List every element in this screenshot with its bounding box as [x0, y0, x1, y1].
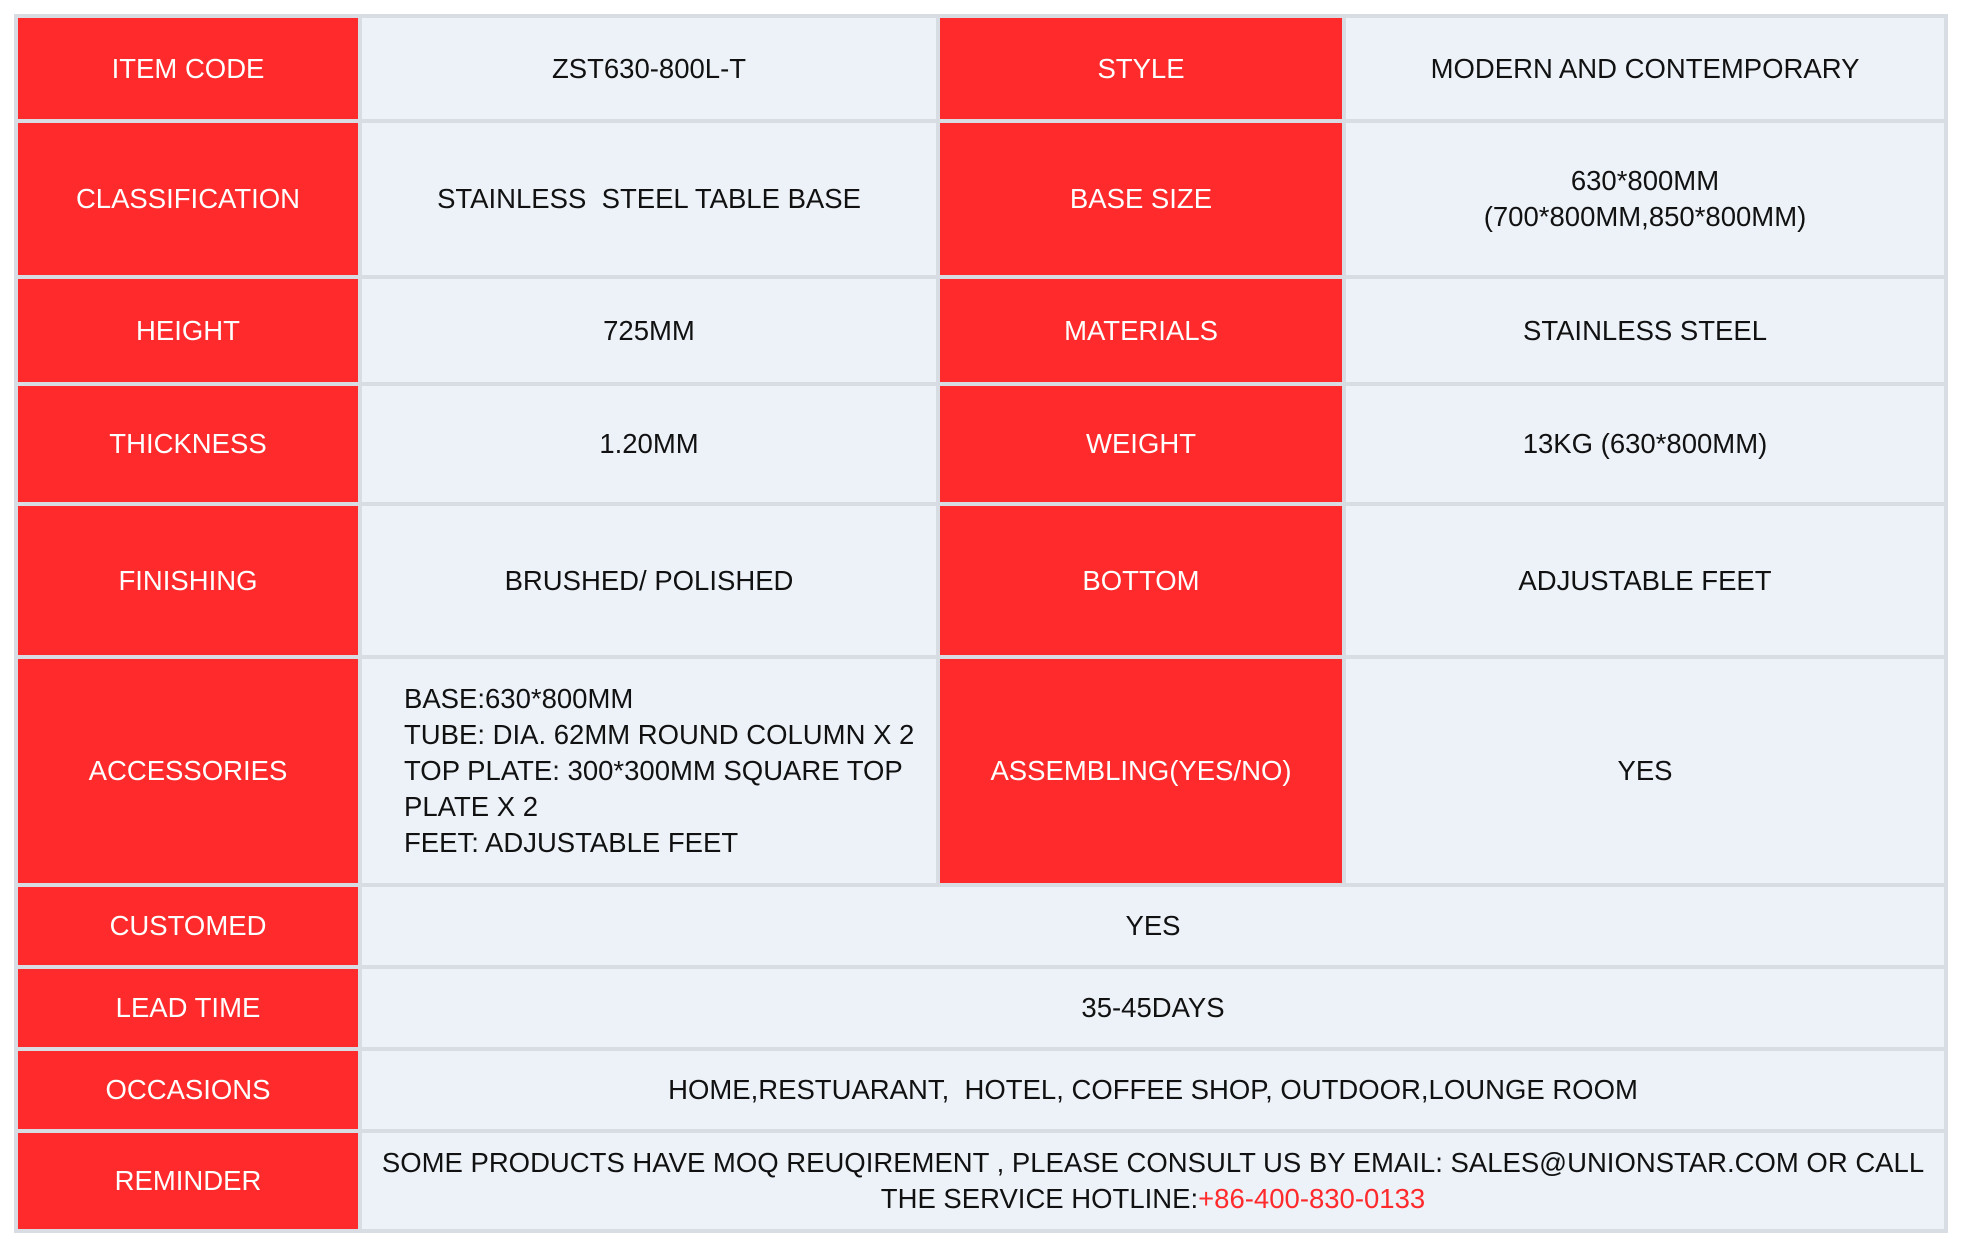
style-label: STYLE — [936, 14, 1346, 123]
row-thickness: THICKNESS 1.20MM WEIGHT 13KG (630*800MM) — [14, 382, 1948, 506]
reminder-hotline-prefix: THE SERVICE HOTLINE: — [880, 1183, 1199, 1214]
base-size-line: (700*800MM,850*800MM) — [1483, 201, 1807, 232]
accessories-line: PLATE X 2 — [404, 791, 538, 822]
row-item-code: ITEM CODE ZST630-800L-T STYLE MODERN AND… — [14, 14, 1948, 123]
classification-label: CLASSIFICATION — [14, 119, 362, 279]
row-customed: CUSTOMED YES — [14, 883, 1948, 969]
accessories-line: BASE:630*800MM — [404, 683, 634, 714]
weight-label: WEIGHT — [936, 382, 1346, 506]
weight-value: 13KG (630*800MM) — [1342, 382, 1948, 506]
base-size-line: 630*800MM — [1570, 165, 1720, 196]
lead-time-value: 35-45DAYS — [358, 965, 1948, 1051]
assembling-value: YES — [1342, 655, 1948, 887]
customed-label: CUSTOMED — [14, 883, 362, 969]
materials-label: MATERIALS — [936, 275, 1346, 386]
accessories-label: ACCESSORIES — [14, 655, 362, 887]
reminder-value: SOME PRODUCTS HAVE MOQ REUQIREMENT , PLE… — [358, 1129, 1948, 1233]
lead-time-label: LEAD TIME — [14, 965, 362, 1051]
base-size-value: 630*800MM (700*800MM,850*800MM) — [1342, 119, 1948, 279]
finishing-value: BRUSHED/ POLISHED — [358, 502, 940, 659]
item-code-label: ITEM CODE — [14, 14, 362, 123]
accessories-line: TUBE: DIA. 62MM ROUND COLUMN X 2 — [404, 719, 915, 750]
row-height: HEIGHT 725MM MATERIALS STAINLESS STEEL — [14, 275, 1948, 386]
occasions-value: HOME,RESTUARANT, HOTEL, COFFEE SHOP, OUT… — [358, 1047, 1948, 1133]
row-lead-time: LEAD TIME 35-45DAYS — [14, 965, 1948, 1051]
height-value: 725MM — [358, 275, 940, 386]
occasions-label: OCCASIONS — [14, 1047, 362, 1133]
classification-value: STAINLESS STEEL TABLE BASE — [358, 119, 940, 279]
finishing-label: FINISHING — [14, 502, 362, 659]
style-value: MODERN AND CONTEMPORARY — [1342, 14, 1948, 123]
accessories-line: FEET: ADJUSTABLE FEET — [404, 827, 739, 858]
hotline-number: +86-400-830-0133 — [1198, 1183, 1426, 1214]
row-finishing: FINISHING BRUSHED/ POLISHED BOTTOM ADJUS… — [14, 502, 1948, 659]
reminder-hotline-line: THE SERVICE HOTLINE:+86-400-830-0133 — [372, 1181, 1934, 1217]
height-label: HEIGHT — [14, 275, 362, 386]
spec-table: ITEM CODE ZST630-800L-T STYLE MODERN AND… — [14, 14, 1948, 1233]
accessories-value: BASE:630*800MM TUBE: DIA. 62MM ROUND COL… — [358, 655, 940, 887]
row-accessories: ACCESSORIES BASE:630*800MM TUBE: DIA. 62… — [14, 655, 1948, 887]
row-reminder: REMINDER SOME PRODUCTS HAVE MOQ REUQIREM… — [14, 1129, 1948, 1233]
reminder-text: SOME PRODUCTS HAVE MOQ REUQIREMENT , PLE… — [381, 1147, 1925, 1178]
customed-value: YES — [358, 883, 1948, 969]
thickness-value: 1.20MM — [358, 382, 940, 506]
reminder-label: REMINDER — [14, 1129, 362, 1233]
accessories-line: TOP PLATE: 300*300MM SQUARE TOP — [404, 755, 903, 786]
assembling-label: ASSEMBLING(YES/NO) — [936, 655, 1346, 887]
bottom-value: ADJUSTABLE FEET — [1342, 502, 1948, 659]
base-size-label: BASE SIZE — [936, 119, 1346, 279]
item-code-value: ZST630-800L-T — [358, 14, 940, 123]
thickness-label: THICKNESS — [14, 382, 362, 506]
row-occasions: OCCASIONS HOME,RESTUARANT, HOTEL, COFFEE… — [14, 1047, 1948, 1133]
materials-value: STAINLESS STEEL — [1342, 275, 1948, 386]
bottom-label: BOTTOM — [936, 502, 1346, 659]
row-classification: CLASSIFICATION STAINLESS STEEL TABLE BAS… — [14, 119, 1948, 279]
